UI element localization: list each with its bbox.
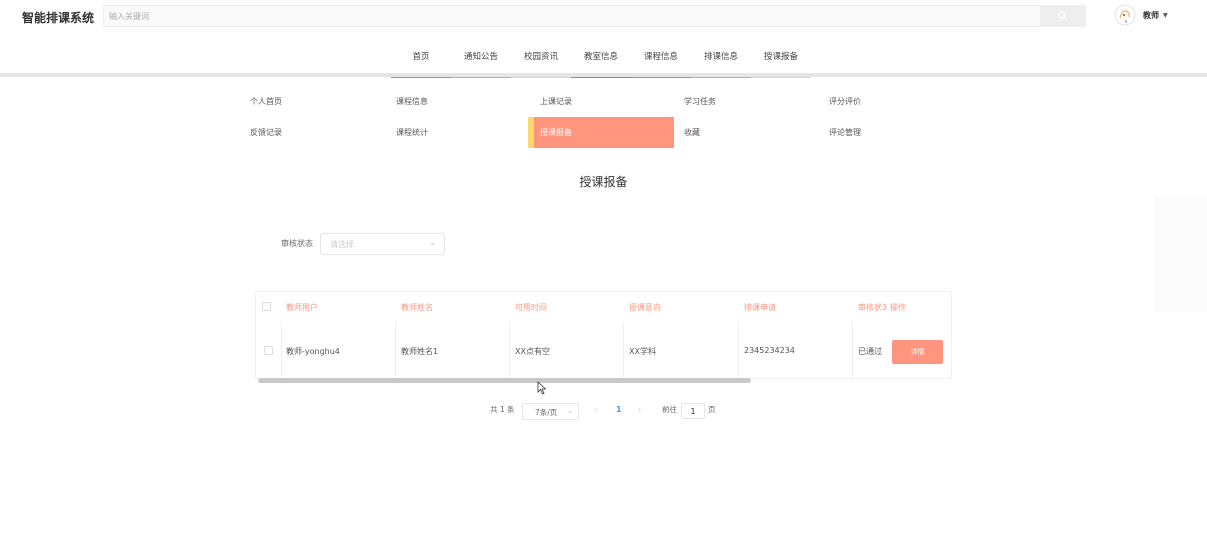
sub-item-learning-tasks[interactable]: 学习任务: [678, 86, 824, 117]
report-table: 教师用户 教师姓名 可用时间 授课意向 排课申请 审核状3 操作 教师-yong…: [255, 291, 952, 379]
goto-label: 前往: [662, 405, 677, 414]
chevron-down-icon: ⌄: [429, 238, 436, 247]
chevron-down-icon: ▼: [1163, 11, 1168, 19]
column-separator: [395, 322, 396, 378]
column-separator: [281, 322, 282, 378]
user-menu[interactable]: 教师 ▼: [1114, 4, 1168, 26]
sub-item-personal-home[interactable]: 个人首页: [244, 86, 390, 117]
nav-item-label: 校园资讯: [523, 52, 558, 62]
sub-item-comment-management[interactable]: 评论管理: [823, 117, 969, 148]
page-number-current[interactable]: 1: [616, 405, 622, 414]
search-button[interactable]: [1040, 6, 1085, 26]
top-header: 智能排课系统 教师 ▼: [0, 0, 1207, 34]
sub-item-course-info[interactable]: 课程信息: [390, 86, 536, 117]
nav-item-label: 通知公告: [463, 52, 498, 62]
user-name: 教师: [1143, 10, 1159, 20]
search-input[interactable]: [104, 6, 1041, 26]
filter-label: 审核状态: [281, 239, 313, 248]
sub-item-class-records[interactable]: 上课记录: [534, 86, 680, 117]
col-header-action: 操作: [890, 303, 906, 312]
site-brand: 智能排课系统: [22, 11, 95, 25]
sub-item-teaching-report[interactable]: 授课报备: [528, 117, 674, 148]
col-header-intent[interactable]: 授课意向: [629, 302, 661, 313]
select-placeholder: 请选择: [330, 240, 354, 249]
search-icon: [1057, 11, 1067, 21]
sub-item-course-stats[interactable]: 课程统计: [390, 117, 536, 148]
nav-divider: [0, 73, 1207, 77]
cell-teacher-name: 教师姓名1: [401, 347, 439, 356]
column-separator: [852, 322, 853, 378]
nav-item-label: 授课报备: [763, 52, 798, 62]
mouse-cursor-icon: [537, 381, 547, 395]
select-all-checkbox[interactable]: [262, 302, 271, 311]
nav-item-label: 课程信息: [643, 52, 678, 62]
chevron-down-icon: ⌄: [567, 407, 573, 415]
col-header-status[interactable]: 审核状3: [858, 302, 887, 313]
cell-teacher-user: 教师-yonghu4: [286, 347, 340, 356]
col-header-teacher-name[interactable]: 教师姓名: [401, 302, 433, 313]
cell-intent: XX学科: [629, 347, 656, 356]
sub-item-ratings[interactable]: 评分评价: [823, 86, 969, 117]
prev-page-icon[interactable]: ‹: [594, 405, 597, 414]
table-horizontal-scrollbar[interactable]: [258, 378, 751, 383]
col-header-teacher-user[interactable]: 教师用户: [286, 302, 318, 313]
page-title: 授课报备: [579, 175, 628, 189]
search-bar: [103, 5, 1086, 27]
page-size-value: 7条/页: [535, 408, 558, 417]
row-checkbox[interactable]: [264, 346, 273, 355]
sub-item-feedback[interactable]: 反馈记录: [244, 117, 390, 148]
avatar: [1114, 4, 1136, 26]
cell-status: 已通过: [858, 347, 882, 356]
sub-item-favorites[interactable]: 收藏: [678, 117, 824, 148]
detail-button[interactable]: 详情: [892, 340, 943, 364]
next-page-icon[interactable]: ›: [638, 405, 641, 414]
col-header-application[interactable]: 排课申请: [744, 302, 776, 313]
cell-available-time: XX点有空: [515, 347, 550, 356]
nav-item-label: 首页: [412, 52, 430, 62]
column-separator: [509, 322, 510, 378]
side-panel-shadow: [1154, 196, 1207, 312]
column-separator: [623, 322, 624, 378]
goto-page-input[interactable]: [681, 403, 705, 419]
pagination-total: 共 1 条: [490, 405, 515, 414]
column-separator: [738, 322, 739, 378]
page-suffix: 页: [708, 405, 716, 414]
col-header-available-time[interactable]: 可用时间: [515, 302, 547, 313]
nav-item-label: 排课信息: [703, 52, 738, 62]
cell-application: 2345234234: [744, 346, 795, 355]
status-select[interactable]: 请选择 ⌄: [320, 233, 445, 255]
page-size-select[interactable]: 7条/页 ⌄: [522, 403, 579, 420]
nav-item-label: 教室信息: [583, 52, 618, 62]
